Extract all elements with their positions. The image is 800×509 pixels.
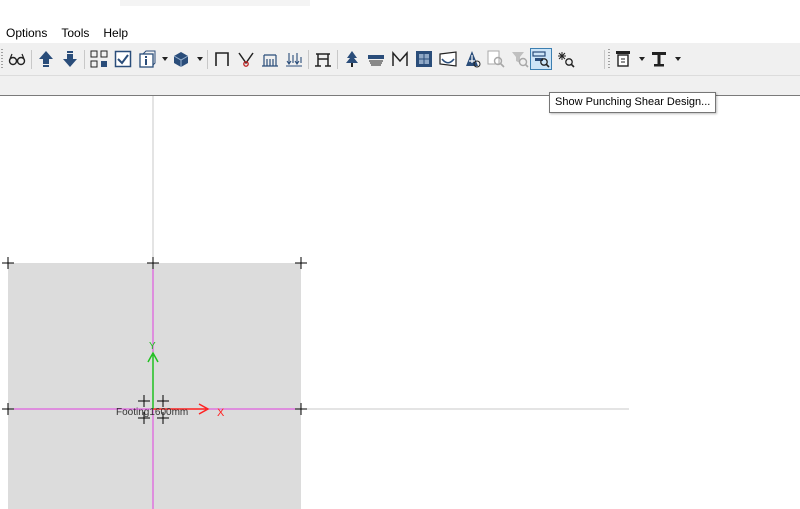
select-grid-icon[interactable] xyxy=(88,48,110,70)
toolbar-separator xyxy=(31,50,32,69)
detail-icon[interactable] xyxy=(555,48,577,70)
tree-icon[interactable] xyxy=(341,48,363,70)
toolbar-separator xyxy=(207,50,208,69)
frame-icon[interactable] xyxy=(211,48,233,70)
glasses-icon[interactable] xyxy=(6,48,28,70)
footing-outline[interactable] xyxy=(8,263,301,509)
structure-icon[interactable] xyxy=(312,48,334,70)
toolbar-separator xyxy=(308,50,309,69)
toolbar-grip[interactable] xyxy=(1,49,3,70)
view-3d-icon[interactable] xyxy=(170,48,192,70)
chevron-down-icon[interactable] xyxy=(196,54,203,64)
punching-shear-icon[interactable] xyxy=(530,48,552,70)
moment-icon[interactable] xyxy=(389,48,411,70)
chevron-down-icon[interactable] xyxy=(638,54,645,64)
bend-icon[interactable] xyxy=(235,48,257,70)
slab-icon[interactable] xyxy=(365,48,387,70)
arrow-down-icon[interactable] xyxy=(59,48,81,70)
y-axis-label: Y xyxy=(149,341,156,352)
tooltip: Show Punching Shear Design... xyxy=(549,92,717,113)
chevron-down-icon[interactable] xyxy=(674,54,681,64)
window-title-area xyxy=(120,0,310,6)
column-section-icon[interactable] xyxy=(648,48,670,70)
toolbar-grip[interactable] xyxy=(608,49,610,70)
beam-section-icon[interactable] xyxy=(612,48,634,70)
dim-icon[interactable] xyxy=(259,48,281,70)
stress-icon[interactable] xyxy=(461,48,483,70)
main-toolbar xyxy=(0,44,800,75)
drawing-canvas[interactable]: X Y Footing1600mm xyxy=(0,96,800,509)
chevron-down-icon[interactable] xyxy=(161,54,168,64)
toolbar-separator xyxy=(337,50,338,69)
grid-view-icon[interactable] xyxy=(413,48,435,70)
footing-drawing: X Y Footing1600mm xyxy=(2,96,629,509)
arrow-up-icon[interactable] xyxy=(35,48,57,70)
x-axis-label: X xyxy=(217,407,225,419)
menu-tools[interactable]: Tools xyxy=(54,22,96,44)
filter-disabled-icon[interactable] xyxy=(509,48,531,70)
checkbox-icon[interactable] xyxy=(112,48,134,70)
toolbar-separator xyxy=(84,50,85,69)
menu-options[interactable]: Options xyxy=(0,22,54,44)
toolbar-separator xyxy=(604,50,605,69)
info-box-icon[interactable] xyxy=(136,48,158,70)
zoom-disabled-icon[interactable] xyxy=(485,48,507,70)
menu-bar: Options Tools Help xyxy=(0,22,800,44)
deflection-icon[interactable] xyxy=(437,48,459,70)
load-icon[interactable] xyxy=(283,48,305,70)
menu-help[interactable]: Help xyxy=(96,22,135,44)
title-bar xyxy=(0,0,800,22)
footing-label[interactable]: Footing1600mm xyxy=(116,407,188,418)
